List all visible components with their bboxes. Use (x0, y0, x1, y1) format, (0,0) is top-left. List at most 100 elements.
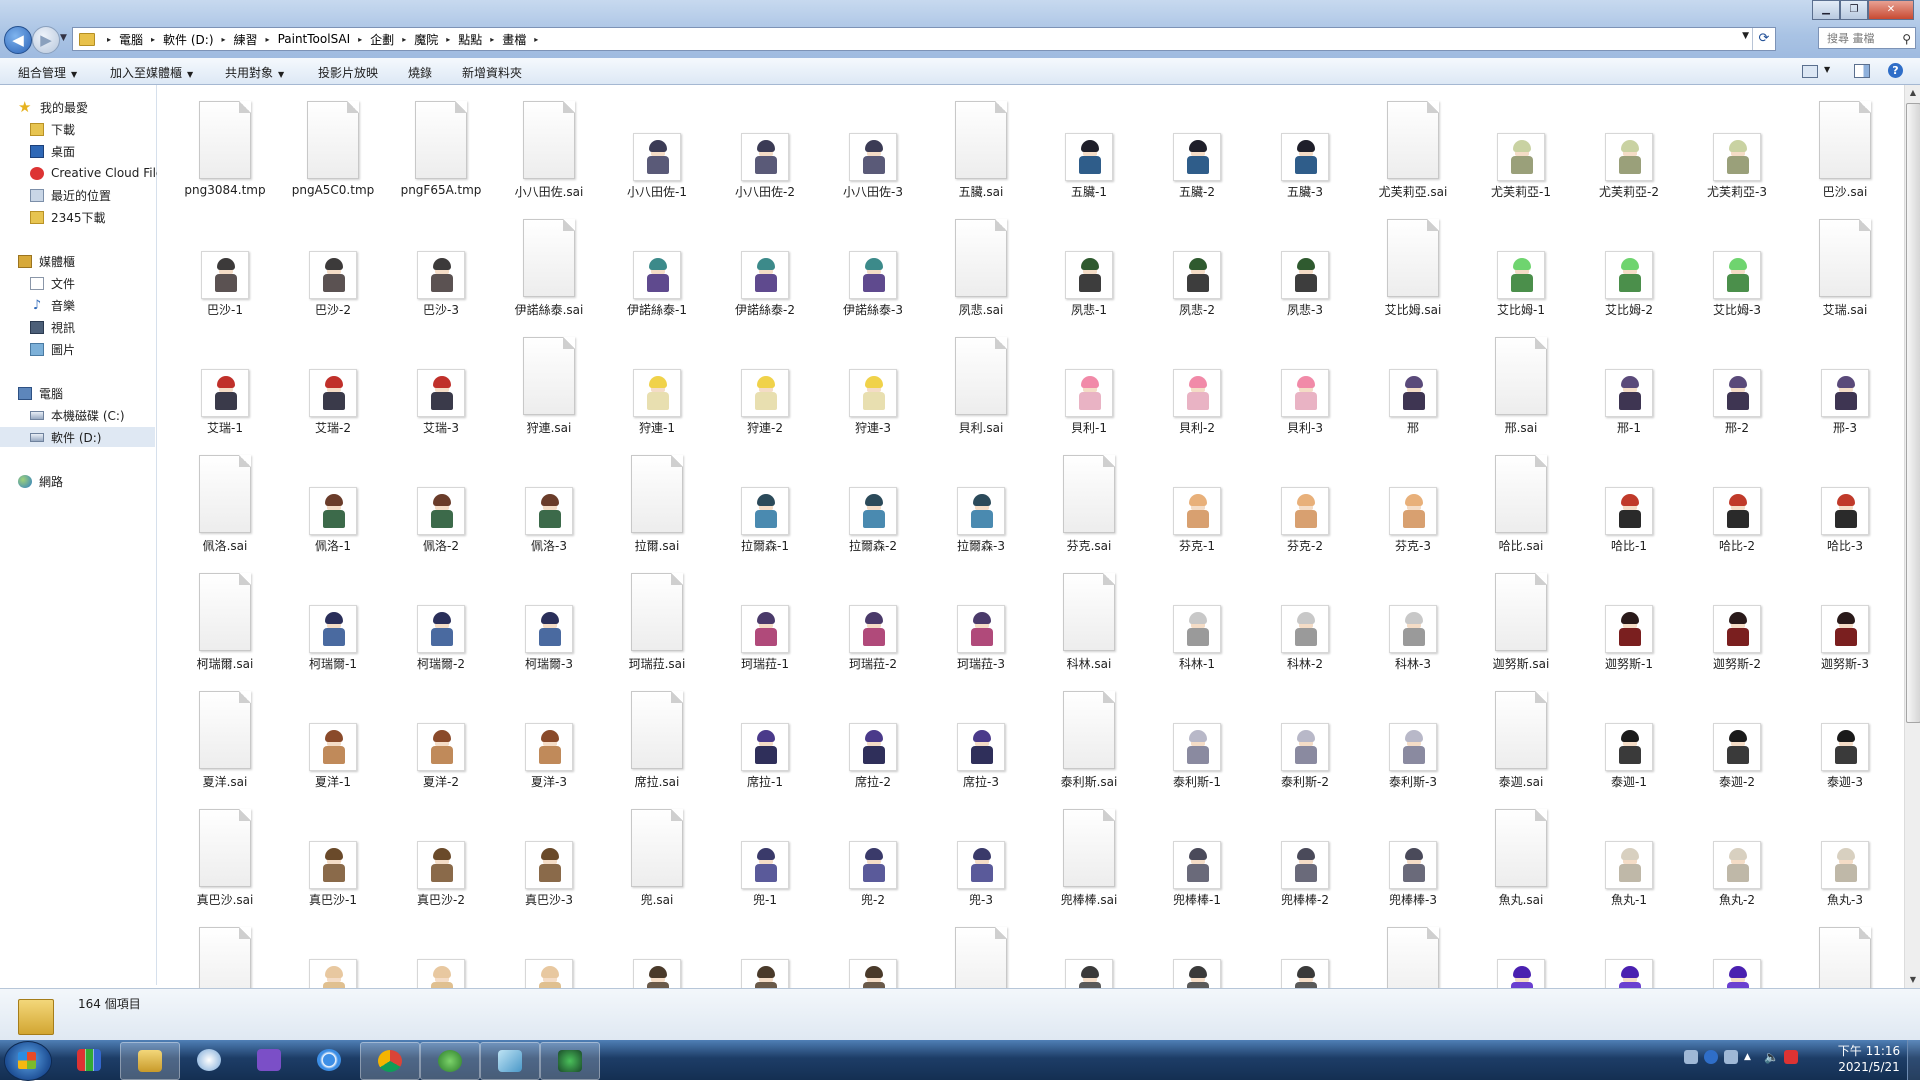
language-icon[interactable] (1724, 1050, 1738, 1064)
file-item[interactable]: 柯瑞爾.sai (171, 571, 279, 689)
vertical-scrollbar[interactable]: ▲ ▼ (1904, 85, 1920, 988)
file-item[interactable]: 魚丸-3 (1791, 807, 1899, 925)
file-item[interactable]: 邢-2 (1683, 335, 1791, 453)
file-item[interactable] (711, 925, 819, 988)
breadcrumb-item[interactable]: 點點 (458, 31, 482, 48)
file-item[interactable]: 席拉-2 (819, 689, 927, 807)
file-item[interactable]: 五臟-2 (1143, 99, 1251, 217)
file-item[interactable] (1359, 925, 1467, 988)
file-item[interactable] (279, 925, 387, 988)
file-item[interactable]: 小八田佐-3 (819, 99, 927, 217)
file-item[interactable]: 兜棒棒-3 (1359, 807, 1467, 925)
file-item[interactable]: 巴沙-1 (171, 217, 279, 335)
breadcrumb-separator-icon[interactable]: ▸ (446, 35, 450, 44)
scroll-up-arrow-icon[interactable]: ▲ (1905, 85, 1920, 101)
file-item[interactable]: 狩連-2 (711, 335, 819, 453)
breadcrumb-item[interactable]: PaintToolSAI (278, 32, 351, 46)
file-item[interactable]: 佩洛-2 (387, 453, 495, 571)
file-item[interactable]: 五臟.sai (927, 99, 1035, 217)
file-item[interactable]: 佩洛-1 (279, 453, 387, 571)
sidebar-item-network[interactable]: 網路 (18, 471, 173, 491)
organize-button[interactable]: 組合管理 ▼ (18, 64, 77, 81)
share-button[interactable]: 共用對象 ▼ (225, 64, 284, 81)
file-item[interactable]: 席拉-3 (927, 689, 1035, 807)
taskbar-app-explorer[interactable] (120, 1042, 180, 1080)
file-item[interactable]: 芬克.sai (1035, 453, 1143, 571)
action-center-icon[interactable] (1784, 1050, 1798, 1064)
file-item[interactable]: 艾瑞-1 (171, 335, 279, 453)
file-item[interactable]: 哈比-1 (1575, 453, 1683, 571)
breadcrumb-separator-icon[interactable]: ▸ (266, 35, 270, 44)
burn-button[interactable]: 燒錄 (408, 64, 432, 81)
file-item[interactable]: 科林-2 (1251, 571, 1359, 689)
file-item[interactable]: 科林.sai (1035, 571, 1143, 689)
file-item[interactable]: 真巴沙-2 (387, 807, 495, 925)
file-item[interactable]: 尤芙莉亞-2 (1575, 99, 1683, 217)
file-item[interactable] (1683, 925, 1791, 988)
file-item[interactable]: 泰迦-2 (1683, 689, 1791, 807)
taskbar-app-map[interactable] (420, 1042, 480, 1080)
file-item[interactable]: 夏洋.sai (171, 689, 279, 807)
file-item[interactable]: 泰利斯-1 (1143, 689, 1251, 807)
minimize-button[interactable]: ▁ (1812, 0, 1840, 20)
file-item[interactable] (1791, 925, 1899, 988)
recent-pages-dropdown-icon[interactable]: ▼ (60, 33, 67, 43)
file-item[interactable]: 巴沙-3 (387, 217, 495, 335)
file-item[interactable]: 柯瑞爾-3 (495, 571, 603, 689)
file-item[interactable]: 邢.sai (1467, 335, 1575, 453)
forward-button[interactable]: ▶ (32, 26, 60, 54)
help-icon[interactable]: ? (1888, 63, 1903, 78)
file-item[interactable] (927, 925, 1035, 988)
file-item[interactable]: 夙悲.sai (927, 217, 1035, 335)
breadcrumb-item[interactable]: 企劃 (370, 31, 394, 48)
preview-pane-icon[interactable] (1854, 64, 1870, 78)
file-item[interactable]: 芬克-1 (1143, 453, 1251, 571)
refresh-button[interactable]: ⟳ (1752, 28, 1775, 50)
file-item[interactable]: 泰利斯.sai (1035, 689, 1143, 807)
file-item[interactable] (1467, 925, 1575, 988)
file-item[interactable]: 真巴沙-3 (495, 807, 603, 925)
file-item[interactable]: 尤芙莉亞-3 (1683, 99, 1791, 217)
breadcrumb-separator-icon[interactable]: ▸ (151, 35, 155, 44)
taskbar-app-chrome[interactable] (360, 1042, 420, 1080)
file-item[interactable] (819, 925, 927, 988)
breadcrumb-separator-icon[interactable]: ▸ (107, 35, 111, 44)
file-item[interactable]: 兜棒棒.sai (1035, 807, 1143, 925)
file-item[interactable]: 兜-1 (711, 807, 819, 925)
file-item[interactable]: 佩洛-3 (495, 453, 603, 571)
file-item[interactable] (1251, 925, 1359, 988)
file-item[interactable] (1575, 925, 1683, 988)
file-item[interactable] (603, 925, 711, 988)
file-item[interactable]: 拉爾森-3 (927, 453, 1035, 571)
file-item[interactable]: 哈比.sai (1467, 453, 1575, 571)
keyboard-icon[interactable] (1684, 1050, 1698, 1064)
file-item[interactable] (171, 925, 279, 988)
file-item[interactable]: 拉爾森-1 (711, 453, 819, 571)
file-item[interactable]: 迦努斯-2 (1683, 571, 1791, 689)
file-item[interactable]: 兜-3 (927, 807, 1035, 925)
file-item[interactable]: 艾比姆-3 (1683, 217, 1791, 335)
chevron-down-icon[interactable]: ▼ (1824, 65, 1830, 74)
slideshow-button[interactable]: 投影片放映 (318, 64, 378, 81)
file-item[interactable]: 席拉.sai (603, 689, 711, 807)
file-item[interactable]: 夙悲-1 (1035, 217, 1143, 335)
file-item[interactable]: png3084.tmp (171, 99, 279, 217)
file-item[interactable]: 哈比-3 (1791, 453, 1899, 571)
file-item[interactable]: 五臟-1 (1035, 99, 1143, 217)
file-item[interactable]: 泰迦-1 (1575, 689, 1683, 807)
file-item[interactable]: 五臟-3 (1251, 99, 1359, 217)
show-hidden-icons-icon[interactable]: ▲ (1744, 1050, 1758, 1064)
file-item[interactable] (1035, 925, 1143, 988)
file-item[interactable]: 迦努斯-1 (1575, 571, 1683, 689)
file-item[interactable]: 兜棒棒-2 (1251, 807, 1359, 925)
clock[interactable]: 下午 11:16 2021/5/21 (1826, 1043, 1912, 1075)
file-item[interactable]: 伊諾絲泰-3 (819, 217, 927, 335)
file-item[interactable] (1143, 925, 1251, 988)
file-item[interactable]: 艾比姆-2 (1575, 217, 1683, 335)
file-item[interactable]: 芬克-2 (1251, 453, 1359, 571)
scrollbar-thumb[interactable] (1906, 103, 1920, 723)
file-item[interactable]: 珂瑞菈.sai (603, 571, 711, 689)
file-item[interactable]: 邢-1 (1575, 335, 1683, 453)
taskbar-app-apps[interactable] (60, 1042, 118, 1078)
file-item[interactable]: 貝利-3 (1251, 335, 1359, 453)
